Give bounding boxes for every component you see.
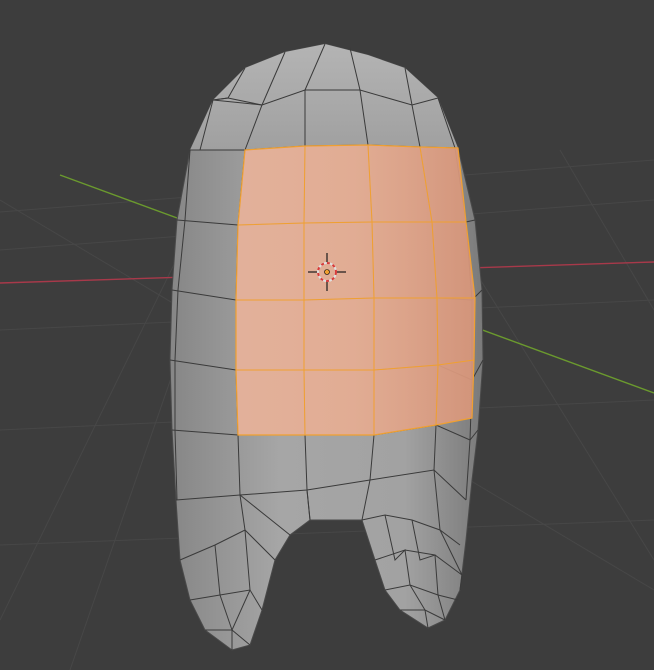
selection-region[interactable] — [235, 144, 476, 436]
mesh-object[interactable] — [169, 43, 484, 651]
object-origin-icon — [324, 269, 330, 275]
selected-faces[interactable] — [235, 144, 476, 436]
3d-viewport[interactable] — [0, 0, 654, 670]
viewport-canvas[interactable] — [0, 0, 654, 670]
